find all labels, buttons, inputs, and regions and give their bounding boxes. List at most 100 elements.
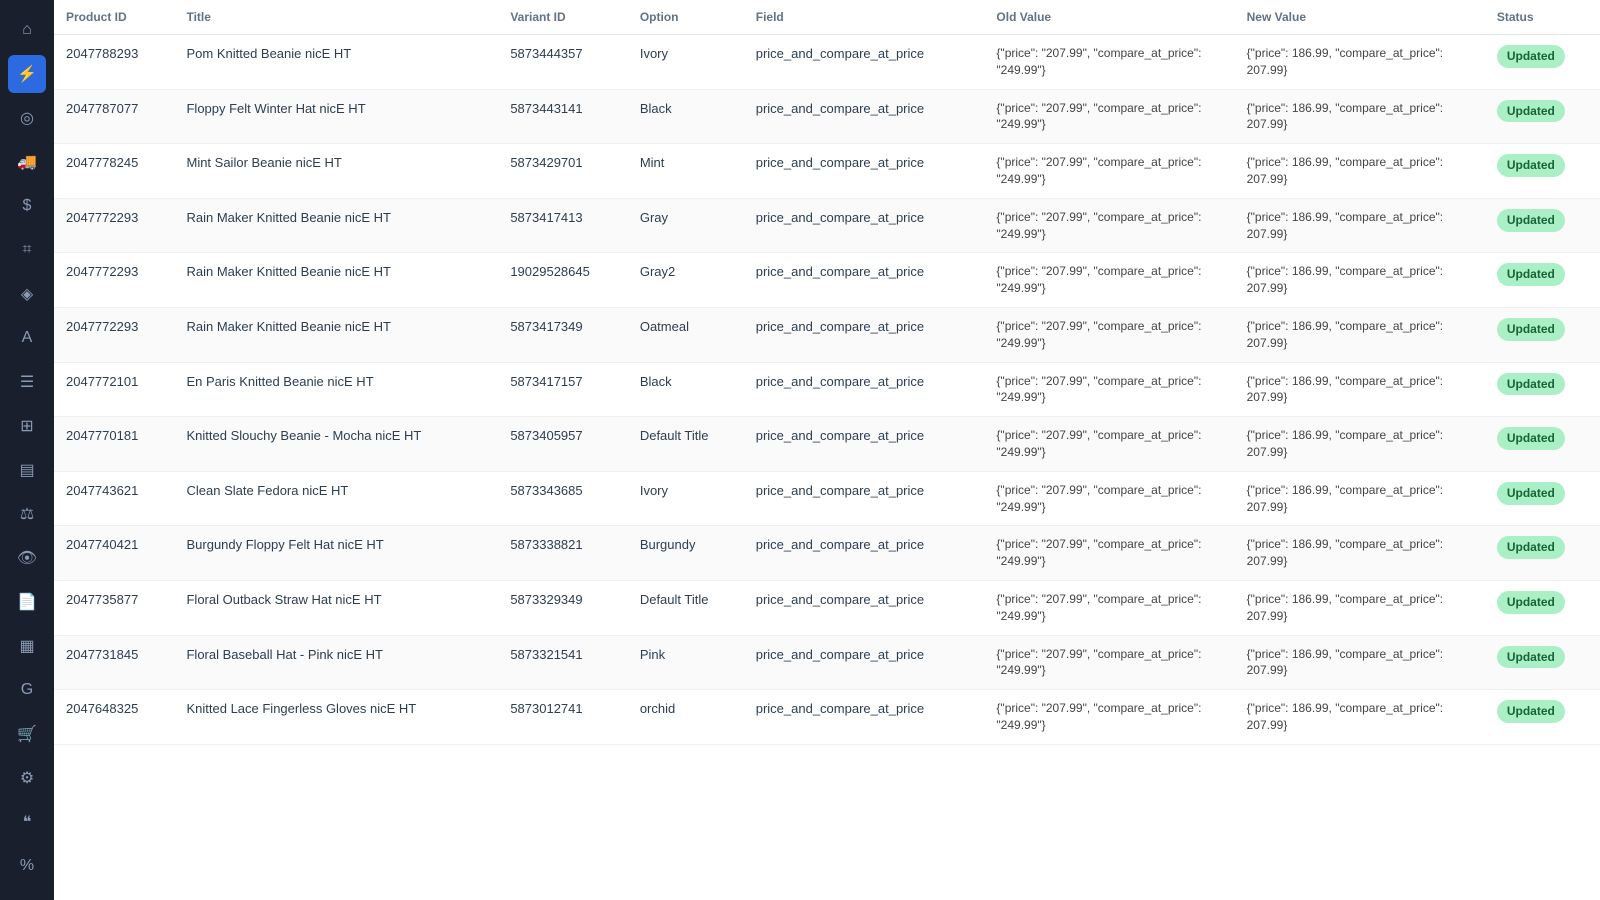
new-value-cell: {"price": 186.99, "compare_at_price": 20…	[1235, 580, 1485, 635]
status-cell: Updated	[1485, 526, 1600, 581]
table-row: 2047770181Knitted Slouchy Beanie - Mocha…	[54, 417, 1600, 472]
option-cell: Gray2	[628, 253, 744, 308]
title-cell: Knitted Slouchy Beanie - Mocha nicE HT	[174, 417, 498, 472]
new-value-cell: {"price": 186.99, "compare_at_price": 20…	[1235, 307, 1485, 362]
old-value-cell: {"price": "207.99", "compare_at_price": …	[984, 89, 1234, 144]
cart-icon[interactable]: 🛒	[8, 715, 46, 753]
product-id-cell: 2047743621	[54, 471, 174, 526]
variant-id-cell: 5873417157	[498, 362, 628, 417]
option-cell: Default Title	[628, 580, 744, 635]
table-row: 2047787077Floppy Felt Winter Hat nicE HT…	[54, 89, 1600, 144]
status-cell: Updated	[1485, 35, 1600, 90]
variant-id-cell: 19029528645	[498, 253, 628, 308]
title-cell: Rain Maker Knitted Beanie nicE HT	[174, 253, 498, 308]
new-value-cell: {"price": 186.99, "compare_at_price": 20…	[1235, 417, 1485, 472]
column-header-variant-id: Variant ID	[498, 0, 628, 35]
status-badge: Updated	[1497, 318, 1565, 341]
title-cell: Floral Baseball Hat - Pink nicE HT	[174, 635, 498, 690]
new-value-cell: {"price": 186.99, "compare_at_price": 20…	[1235, 526, 1485, 581]
table-wrapper[interactable]: Product IDTitleVariant IDOptionFieldOld …	[54, 0, 1600, 900]
old-value-cell: {"price": "207.99", "compare_at_price": …	[984, 471, 1234, 526]
option-cell: Ivory	[628, 471, 744, 526]
puzzle-icon[interactable]: ⚙	[8, 759, 46, 797]
new-value-cell: {"price": 186.99, "compare_at_price": 20…	[1235, 253, 1485, 308]
table-row: 2047743621Clean Slate Fedora nicE HT5873…	[54, 471, 1600, 526]
title-cell: Floral Outback Straw Hat nicE HT	[174, 580, 498, 635]
status-cell: Updated	[1485, 89, 1600, 144]
option-cell: Black	[628, 89, 744, 144]
text-icon[interactable]: A	[8, 319, 46, 357]
lightning-icon[interactable]: ⚡	[8, 55, 46, 93]
tag-price-icon[interactable]: ⌗	[8, 231, 46, 269]
home-icon[interactable]: ⌂	[8, 11, 46, 49]
status-badge: Updated	[1497, 646, 1565, 669]
title-cell: Rain Maker Knitted Beanie nicE HT	[174, 307, 498, 362]
field-cell: price_and_compare_at_price	[744, 526, 985, 581]
shipping-icon[interactable]: 🚚	[8, 143, 46, 181]
status-badge: Updated	[1497, 100, 1565, 123]
old-value-cell: {"price": "207.99", "compare_at_price": …	[984, 307, 1234, 362]
option-cell: Default Title	[628, 417, 744, 472]
field-cell: price_and_compare_at_price	[744, 635, 985, 690]
table-row: 2047778245Mint Sailor Beanie nicE HT5873…	[54, 144, 1600, 199]
field-cell: price_and_compare_at_price	[744, 35, 985, 90]
table-row: 2047648325Knitted Lace Fingerless Gloves…	[54, 690, 1600, 745]
variant-id-cell: 5873444357	[498, 35, 628, 90]
old-value-cell: {"price": "207.99", "compare_at_price": …	[984, 526, 1234, 581]
sidebar: ⌂ ⚡ ◎ 🚚 $ ⌗ ◈ A ☰ ⊞ ▤ ⚖ 👁 📄 ▦ G 🛒 ⚙ ❝ %	[0, 0, 54, 900]
option-cell: Gray	[628, 198, 744, 253]
status-badge: Updated	[1497, 373, 1565, 396]
variant-id-cell: 5873429701	[498, 144, 628, 199]
old-value-cell: {"price": "207.99", "compare_at_price": …	[984, 635, 1234, 690]
table-row: 2047731845Floral Baseball Hat - Pink nic…	[54, 635, 1600, 690]
status-badge: Updated	[1497, 591, 1565, 614]
grid-icon[interactable]: ⊞	[8, 407, 46, 445]
variant-id-cell: 5873012741	[498, 690, 628, 745]
table-row: 2047735877Floral Outback Straw Hat nicE …	[54, 580, 1600, 635]
list-icon[interactable]: ☰	[8, 363, 46, 401]
tag-icon[interactable]: ◈	[8, 275, 46, 313]
dollar-icon[interactable]: $	[8, 187, 46, 225]
product-id-cell: 2047788293	[54, 35, 174, 90]
variant-id-cell: 5873338821	[498, 526, 628, 581]
table-row: 2047740421Burgundy Floppy Felt Hat nicE …	[54, 526, 1600, 581]
status-badge: Updated	[1497, 427, 1565, 450]
doc-icon[interactable]: 📄	[8, 583, 46, 621]
title-cell: Floppy Felt Winter Hat nicE HT	[174, 89, 498, 144]
table-icon[interactable]: ▤	[8, 451, 46, 489]
new-value-cell: {"price": 186.99, "compare_at_price": 20…	[1235, 362, 1485, 417]
option-cell: Mint	[628, 144, 744, 199]
column-header-old-value: Old Value	[984, 0, 1234, 35]
new-value-cell: {"price": 186.99, "compare_at_price": 20…	[1235, 144, 1485, 199]
old-value-cell: {"price": "207.99", "compare_at_price": …	[984, 35, 1234, 90]
scale-icon[interactable]: ⚖	[8, 495, 46, 533]
new-value-cell: {"price": 186.99, "compare_at_price": 20…	[1235, 198, 1485, 253]
percent-icon[interactable]: %	[8, 847, 46, 885]
option-cell: Black	[628, 362, 744, 417]
status-cell: Updated	[1485, 144, 1600, 199]
column-header-status: Status	[1485, 0, 1600, 35]
product-id-cell: 2047740421	[54, 526, 174, 581]
analytics-icon[interactable]: ◎	[8, 99, 46, 137]
product-id-cell: 2047772293	[54, 307, 174, 362]
quote-icon[interactable]: ❝	[8, 803, 46, 841]
main-content: Product IDTitleVariant IDOptionFieldOld …	[54, 0, 1600, 900]
column-header-field: Field	[744, 0, 985, 35]
new-value-cell: {"price": 186.99, "compare_at_price": 20…	[1235, 35, 1485, 90]
option-cell: Burgundy	[628, 526, 744, 581]
old-value-cell: {"price": "207.99", "compare_at_price": …	[984, 198, 1234, 253]
status-badge: Updated	[1497, 45, 1565, 68]
title-cell: Rain Maker Knitted Beanie nicE HT	[174, 198, 498, 253]
status-badge: Updated	[1497, 536, 1565, 559]
product-id-cell: 2047772293	[54, 253, 174, 308]
old-value-cell: {"price": "207.99", "compare_at_price": …	[984, 253, 1234, 308]
barcode-icon[interactable]: ▦	[8, 627, 46, 665]
eye-icon[interactable]: 👁	[8, 539, 46, 577]
status-cell: Updated	[1485, 635, 1600, 690]
title-cell: Mint Sailor Beanie nicE HT	[174, 144, 498, 199]
data-table: Product IDTitleVariant IDOptionFieldOld …	[54, 0, 1600, 745]
field-cell: price_and_compare_at_price	[744, 362, 985, 417]
table-row: 2047772293Rain Maker Knitted Beanie nicE…	[54, 307, 1600, 362]
g-icon[interactable]: G	[8, 671, 46, 709]
variant-id-cell: 5873417349	[498, 307, 628, 362]
